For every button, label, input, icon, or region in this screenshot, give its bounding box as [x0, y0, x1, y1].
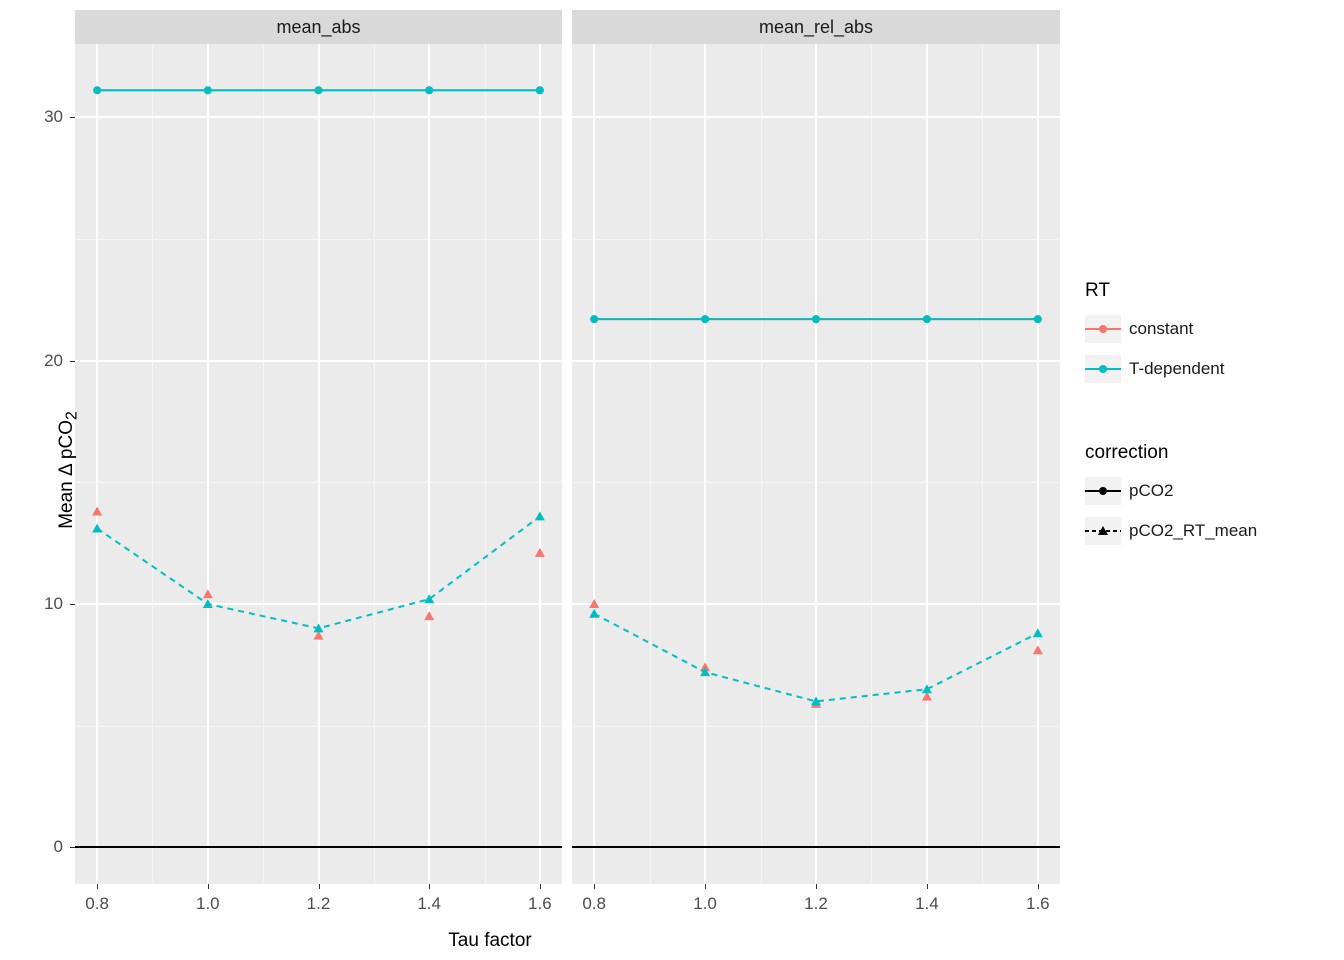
x-tick-label: 1.0: [693, 894, 717, 914]
y-tick-label: 30: [44, 107, 63, 127]
x-tick-label: 0.8: [582, 894, 606, 914]
x-tick-label: 1.2: [804, 894, 828, 914]
facet-strip-label: mean_rel_abs: [759, 17, 873, 38]
legend-label: pCO2: [1129, 481, 1173, 501]
x-tick-label: 1.4: [417, 894, 441, 914]
legend-rt-title: RT: [1085, 280, 1325, 302]
y-tick-label: 20: [44, 351, 63, 371]
legend-correction-title: correction: [1085, 442, 1325, 464]
legend-label: T-dependent: [1129, 359, 1224, 379]
x-axis-title: Tau factor: [448, 930, 531, 952]
x-tick-label: 1.2: [307, 894, 331, 914]
legend-key: [1085, 355, 1121, 383]
x-tick-label: 1.0: [196, 894, 220, 914]
x-tick-label: 1.6: [528, 894, 552, 914]
legend-item-pco2: pCO2: [1085, 474, 1325, 508]
facet-strip-label: mean_abs: [276, 17, 360, 38]
x-tick-label: 1.6: [1026, 894, 1050, 914]
panel: [75, 44, 562, 884]
y-axis-title: Mean Δ pCO2: [56, 411, 82, 529]
legend-item-constant: constant: [1085, 312, 1325, 346]
y-tick-label: 0: [54, 837, 63, 857]
facet-strip: mean_rel_abs: [572, 10, 1060, 44]
legend-item-pco2-rt-mean: pCO2_RT_mean: [1085, 514, 1325, 548]
x-tick-label: 1.4: [915, 894, 939, 914]
legend-key: [1085, 517, 1121, 545]
legend-label: pCO2_RT_mean: [1129, 521, 1257, 541]
facet-strip: mean_abs: [75, 10, 562, 44]
facet-mean-abs: mean_abs: [75, 10, 562, 910]
legend-key: [1085, 315, 1121, 343]
y-tick-label: 10: [44, 594, 63, 614]
x-tick-label: 0.8: [85, 894, 109, 914]
legend: RT constant T-dependent correction pCO2 …: [1085, 280, 1325, 554]
panel: [572, 44, 1060, 884]
chart-area: mean_abs mean_rel_abs: [75, 10, 1060, 910]
legend-item-t-dependent: T-dependent: [1085, 352, 1325, 386]
facet-mean-rel-abs: mean_rel_abs: [572, 10, 1060, 910]
legend-label: constant: [1129, 319, 1193, 339]
legend-key: [1085, 477, 1121, 505]
